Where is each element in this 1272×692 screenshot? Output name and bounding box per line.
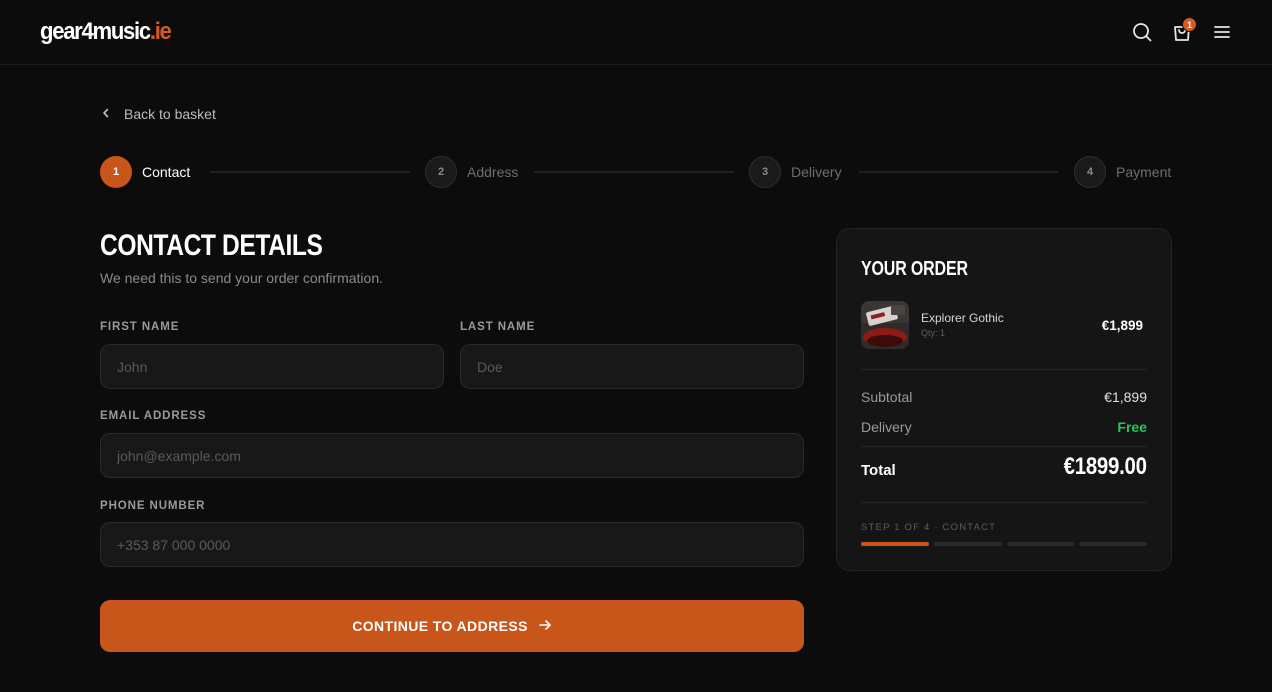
site-logo[interactable]: gear4music.ie [40,17,172,47]
subtotal-value: €1,899 [1104,389,1147,405]
back-link-label: Back to basket [124,106,216,122]
continue-to-address-button[interactable]: CONTINUE TO ADDRESS [100,600,804,652]
logo-brand: gear4music [40,18,151,45]
step-connector [859,171,1059,173]
search-icon[interactable] [1130,20,1154,44]
page-subtitle: We need this to send your order confirma… [100,270,384,286]
step-2-circle[interactable]: 2 [425,156,457,188]
product-name: Explorer Gothic [921,311,1004,325]
product-thumbnail [861,301,909,349]
back-to-basket-link[interactable]: Back to basket [100,104,216,124]
arrow-right-icon [538,618,552,635]
email-label: EMAIL ADDRESS [100,410,207,422]
progress-segment [933,542,1002,546]
last-name-input[interactable] [460,344,804,389]
first-name-input[interactable] [100,344,444,389]
step-4-circle[interactable]: 4 [1074,156,1106,188]
step-connector [210,171,410,173]
step-4-label[interactable]: Payment [1116,164,1171,180]
checkout-stepper: 1 Contact 2 Address 3 Delivery 4 Payment [100,156,1172,188]
step-1-label[interactable]: Contact [142,164,190,180]
site-header: gear4music.ie 1 [0,0,1272,65]
step-3-label[interactable]: Delivery [791,164,842,180]
phone-input[interactable] [100,522,804,567]
continue-button-label: CONTINUE TO ADDRESS [352,618,528,634]
progress-segment [1006,542,1075,546]
chevron-left-icon [100,106,112,122]
divider [861,446,1147,447]
total-value: €1899.00 [1063,453,1147,480]
cart-count-badge: 1 [1182,17,1197,32]
product-quantity: Qty: 1 [921,328,946,338]
step-3-circle[interactable]: 3 [749,156,781,188]
first-name-label: FIRST NAME [100,321,180,333]
order-summary-card: YOUR ORDER Explorer Gothic Qty: 1 €1,899… [836,228,1172,571]
step-1-circle[interactable]: 1 [100,156,132,188]
page-title: CONTACT DETAILS [100,229,323,262]
step-progress-caption: STEP 1 OF 4 · CONTACT [861,522,997,533]
order-summary-title: YOUR ORDER [861,258,968,280]
delivery-value: Free [1117,419,1147,435]
step-2-label[interactable]: Address [467,164,518,180]
total-label: Total [861,462,896,479]
progress-segment [861,542,929,546]
step-connector [534,171,734,173]
divider [861,502,1147,503]
product-price: €1,899 [1101,318,1143,333]
divider [861,369,1147,370]
logo-tld: .ie [149,18,172,45]
delivery-label: Delivery [861,419,912,435]
menu-icon[interactable] [1210,20,1234,44]
last-name-label: LAST NAME [460,321,536,333]
subtotal-label: Subtotal [861,389,913,405]
phone-label: PHONE NUMBER [100,500,206,512]
email-input[interactable] [100,433,804,478]
progress-segment [1079,542,1147,546]
